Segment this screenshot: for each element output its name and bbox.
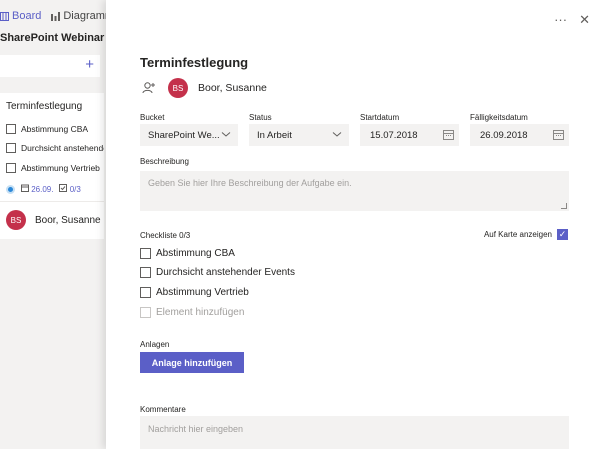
card-checklist-count: 0/3 [59, 184, 81, 194]
checkbox[interactable] [140, 248, 151, 259]
add-attachment-button[interactable]: Anlage hinzufügen [140, 352, 244, 373]
status-label: Status [249, 113, 272, 122]
checkbox [140, 307, 151, 318]
checkbox[interactable] [140, 267, 151, 278]
card-checklist-item[interactable]: Durchsicht anstehender [6, 143, 104, 153]
calendar-icon [21, 184, 29, 192]
comment-input[interactable]: Nachricht hier eingeben [140, 416, 569, 449]
card-meta: 26.09. 0/3 [6, 184, 81, 194]
checklist-heading: Checkliste 0/3 [140, 231, 191, 240]
card-due-date: 26.09. [31, 185, 54, 194]
checklist-item-label[interactable]: Abstimmung CBA [156, 248, 235, 259]
calendar-icon[interactable] [553, 130, 564, 140]
calendar-icon[interactable] [443, 130, 454, 140]
status-value: In Arbeit [257, 129, 292, 141]
assignee-row: BS Boor, Susanne [140, 78, 267, 98]
comments-label: Kommentare [140, 405, 186, 414]
board-icon [0, 11, 9, 21]
task-detail-panel: ··· ✕ Terminfestlegung BS Boor, Susanne … [106, 0, 600, 449]
avatar[interactable]: BS [168, 78, 188, 98]
checklist-item[interactable]: Abstimmung CBA [140, 248, 235, 259]
tab-board-label: Board [12, 10, 42, 22]
card-checklist-label: Abstimmung Vertrieb [21, 163, 100, 173]
checklist-icon [59, 184, 68, 192]
assign-user-icon[interactable] [140, 79, 158, 97]
bucket-label: Bucket [140, 113, 165, 122]
description-field[interactable]: Geben Sie hier Ihre Beschreibung der Auf… [140, 171, 569, 211]
tab-board[interactable]: Board [0, 10, 41, 22]
card-due: 26.09. [21, 184, 53, 194]
card-checklist-label: Abstimmung CBA [21, 124, 89, 134]
chart-icon [51, 11, 61, 21]
start-date-picker[interactable]: 15.07.2018 [360, 124, 459, 146]
plan-title: SharePoint Webinar [0, 32, 105, 44]
panel-actions: ··· ✕ [554, 12, 590, 28]
checkbox[interactable] [6, 124, 16, 134]
chevron-down-icon [221, 132, 231, 137]
checklist-item[interactable]: Abstimmung Vertrieb [140, 287, 249, 298]
attachments-label: Anlagen [140, 340, 170, 349]
task-card[interactable]: Terminfestlegung Abstimmung CBA Durchsic… [0, 93, 104, 239]
checklist-item-label[interactable]: Abstimmung Vertrieb [156, 287, 249, 298]
due-date-label: Fälligkeitsdatum [470, 113, 528, 122]
avatar: BS [6, 210, 26, 230]
bucket-select[interactable]: SharePoint We... [140, 124, 238, 146]
show-on-card-toggle[interactable]: Auf Karte anzeigen ✓ [484, 229, 568, 240]
close-icon[interactable]: ✕ [579, 12, 590, 28]
more-options-icon[interactable]: ··· [554, 12, 567, 28]
card-checklist-item[interactable]: Abstimmung Vertrieb [6, 163, 100, 173]
due-date-picker[interactable]: 26.09.2018 [470, 124, 569, 146]
add-checklist-placeholder: Element hinzufügen [156, 307, 245, 318]
add-checklist-item[interactable]: Element hinzufügen [140, 307, 244, 318]
show-on-card-label: Auf Karte anzeigen [483, 230, 552, 239]
task-card-title: Terminfestlegung [6, 101, 83, 112]
task-title[interactable]: Terminfestlegung [140, 55, 248, 70]
bucket-value: SharePoint We... [148, 129, 220, 141]
checkbox[interactable] [140, 287, 151, 298]
checkbox[interactable] [6, 143, 16, 153]
assignee-name: Boor, Susanne [198, 82, 267, 94]
card-checklist-label: Durchsicht anstehender [21, 143, 104, 153]
divider [0, 201, 104, 202]
board-tabs: Board Diagramme [0, 10, 106, 22]
tab-diagramme[interactable]: Diagramme [51, 10, 106, 22]
card-checklist-item[interactable]: Abstimmung CBA [6, 124, 88, 134]
status-select[interactable]: In Arbeit [249, 124, 349, 146]
start-date-label: Startdatum [360, 113, 400, 122]
chevron-down-icon [332, 132, 342, 137]
progress-icon [6, 184, 15, 194]
card-assignee-name: Boor, Susanne [35, 214, 101, 226]
card-assignee[interactable]: BS Boor, Susanne [6, 210, 101, 230]
add-task-button[interactable]: + [0, 55, 100, 77]
due-date-value: 26.09.2018 [480, 129, 528, 141]
checkbox[interactable] [6, 163, 16, 173]
plus-icon: + [85, 56, 94, 73]
comment-placeholder: Nachricht hier eingeben [148, 424, 244, 434]
check-icon[interactable]: ✓ [557, 229, 568, 240]
tab-diagramme-label: Diagramme [63, 10, 106, 22]
checklist-item-label[interactable]: Durchsicht anstehender Events [156, 267, 295, 278]
description-placeholder: Geben Sie hier Ihre Beschreibung der Auf… [148, 178, 352, 188]
resize-handle[interactable] [561, 203, 567, 209]
checklist-item[interactable]: Durchsicht anstehender Events [140, 267, 295, 278]
board: Board Diagramme SharePoint Webinar + Ter… [0, 0, 106, 449]
start-date-value: 15.07.2018 [370, 129, 418, 141]
description-label: Beschreibung [140, 157, 189, 166]
card-count-label: 0/3 [69, 185, 81, 194]
